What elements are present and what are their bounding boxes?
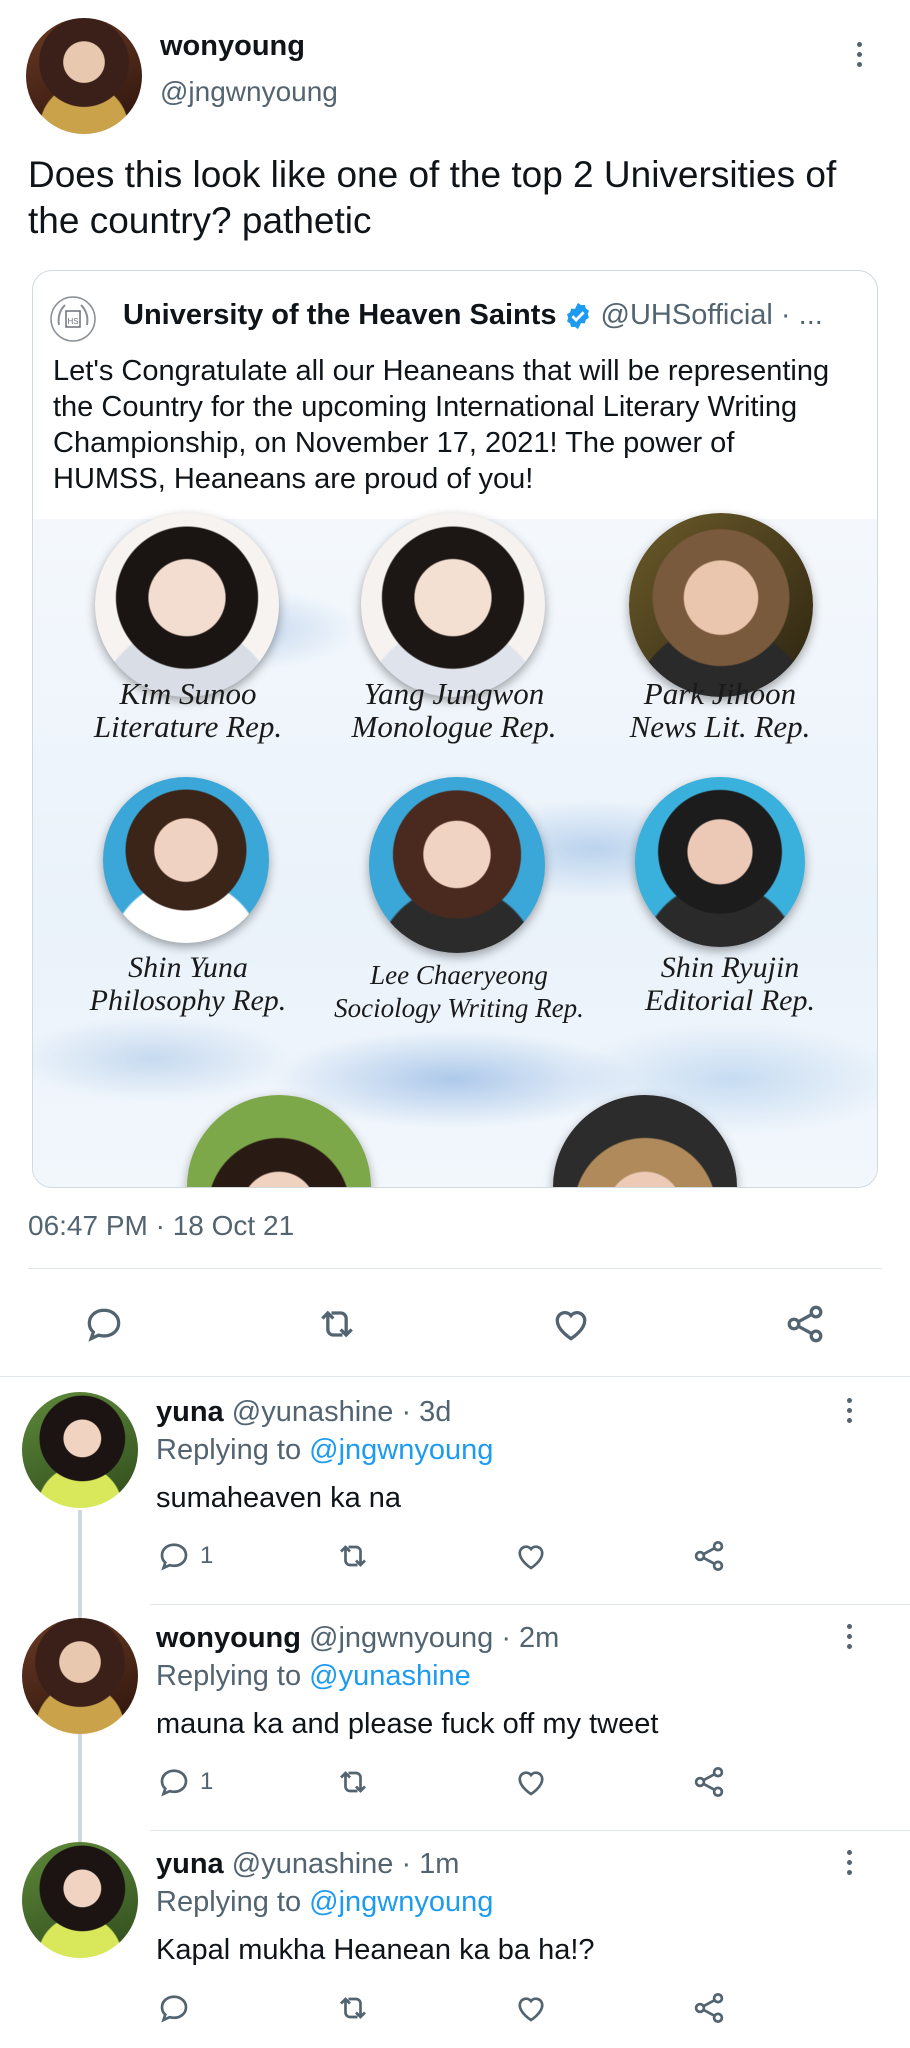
portrait-image	[369, 777, 545, 953]
more-options-icon[interactable]	[847, 1398, 852, 1423]
retweet-icon[interactable]	[314, 1302, 360, 1346]
reply-avatar[interactable]	[22, 1618, 138, 1734]
author-name[interactable]: wonyoung	[160, 30, 305, 63]
reply-icon[interactable]	[82, 1302, 126, 1346]
portrait-image	[629, 513, 813, 697]
reply-header: yuna @yunashine · 1m	[156, 1848, 459, 1881]
person-caption: Shin Yuna Philosophy Rep.	[89, 951, 287, 1017]
share-icon[interactable]	[690, 1764, 728, 1800]
reply-avatar[interactable]	[22, 1392, 138, 1508]
reply-avatar[interactable]	[22, 1842, 138, 1958]
portrait-image	[635, 777, 805, 947]
reply-author-handle[interactable]: @yunashine	[232, 1396, 394, 1428]
share-icon[interactable]	[782, 1302, 828, 1346]
portrait-image	[553, 1095, 737, 1187]
portrait-image	[103, 777, 269, 943]
retweet-icon[interactable]	[334, 1990, 372, 2026]
more-options-icon[interactable]	[847, 1850, 852, 1875]
reply-author-handle[interactable]: @yunashine	[232, 1848, 394, 1880]
quoted-org-name[interactable]: University of the Heaven Saints	[123, 299, 557, 332]
author-avatar[interactable]	[26, 18, 142, 134]
reply-author-handle[interactable]: @jngwnyoung	[309, 1622, 493, 1654]
reply-count: 1	[200, 1542, 214, 1569]
reply-count: 1	[200, 1768, 214, 1795]
share-icon[interactable]	[690, 1538, 728, 1574]
replying-label: Replying to	[156, 1886, 302, 1918]
quoted-org-handle[interactable]: @UHSofficial · ...	[601, 299, 823, 332]
replying-to-link[interactable]: @jngwnyoung	[309, 1434, 493, 1466]
person-caption: Yang Jungwon Monologue Rep.	[351, 676, 557, 744]
person-caption: Shin Ryujin Editorial Rep.	[645, 951, 815, 1017]
reply-time: · 3d	[401, 1396, 452, 1428]
retweet-icon[interactable]	[334, 1764, 372, 1800]
reply-time: · 2m	[501, 1622, 560, 1654]
replying-to-link[interactable]: @jngwnyoung	[309, 1886, 493, 1918]
like-icon[interactable]	[512, 1538, 550, 1574]
university-logo-icon: HS	[49, 295, 97, 343]
person-caption: Park Jihoon News Lit. Rep.	[629, 676, 811, 744]
like-icon[interactable]	[512, 1764, 550, 1800]
reply-icon	[160, 1995, 188, 2023]
retweet-icon[interactable]	[334, 1538, 372, 1574]
portrait-image	[187, 1095, 371, 1187]
replying-label: Replying to	[156, 1434, 302, 1466]
more-options-icon[interactable]	[847, 1624, 852, 1649]
like-icon[interactable]	[512, 1990, 550, 2026]
reply-author-name[interactable]: yuna	[156, 1396, 224, 1428]
quoted-tweet-text: Let's Congratulate all our Heaneans that…	[53, 355, 830, 495]
portrait-image	[361, 513, 545, 697]
verified-badge-icon	[563, 301, 593, 331]
divider	[150, 1830, 910, 1831]
share-icon[interactable]	[690, 1990, 728, 2026]
reply-text: mauna ka and please fuck off my tweet	[156, 1708, 659, 1740]
reply-header: wonyoung @jngwnyoung · 2m	[156, 1622, 559, 1655]
divider	[150, 1604, 910, 1605]
divider	[0, 1376, 910, 1377]
reply-time: · 1m	[401, 1848, 460, 1880]
reply-text: sumaheaven ka na	[156, 1482, 402, 1514]
replying-to-link[interactable]: @yunashine	[309, 1660, 471, 1692]
portrait-image	[95, 513, 279, 697]
person-caption: Lee Chaeryeong Sociology Writing Rep.	[334, 960, 584, 1023]
person-caption: Kim Sunoo Literature Rep.	[93, 676, 283, 744]
tweet-timestamp[interactable]: 06:47 PM · 18 Oct 21	[28, 1210, 294, 1242]
author-handle[interactable]: @jngwnyoung	[160, 76, 338, 108]
replying-label: Replying to	[156, 1660, 302, 1692]
reply-button[interactable]: 1	[156, 1538, 213, 1574]
divider	[28, 1268, 882, 1269]
reply-icon	[160, 1543, 188, 1571]
reply-button[interactable]: 1	[156, 1764, 213, 1800]
reply-text: Kapal mukha Heanean ka ba ha!?	[156, 1934, 595, 1966]
svg-text:HS: HS	[67, 317, 78, 326]
reply-button[interactable]	[156, 1990, 192, 2026]
quoted-tweet-card[interactable]: HS University of the Heaven Saints @UHSo…	[32, 270, 878, 1188]
quoted-tweet-image[interactable]: Kim Sunoo Literature Rep. Yang Jungwon Mon…	[33, 513, 877, 1187]
reply-author-name[interactable]: yuna	[156, 1848, 224, 1880]
reply-author-name[interactable]: wonyoung	[156, 1622, 301, 1654]
more-options-icon[interactable]	[857, 42, 862, 67]
reply-header: yuna @yunashine · 3d	[156, 1396, 451, 1429]
like-icon[interactable]	[548, 1302, 594, 1346]
tweet-text: Does this look like one of the top 2 Uni…	[28, 154, 837, 241]
reply-icon	[160, 1769, 188, 1797]
